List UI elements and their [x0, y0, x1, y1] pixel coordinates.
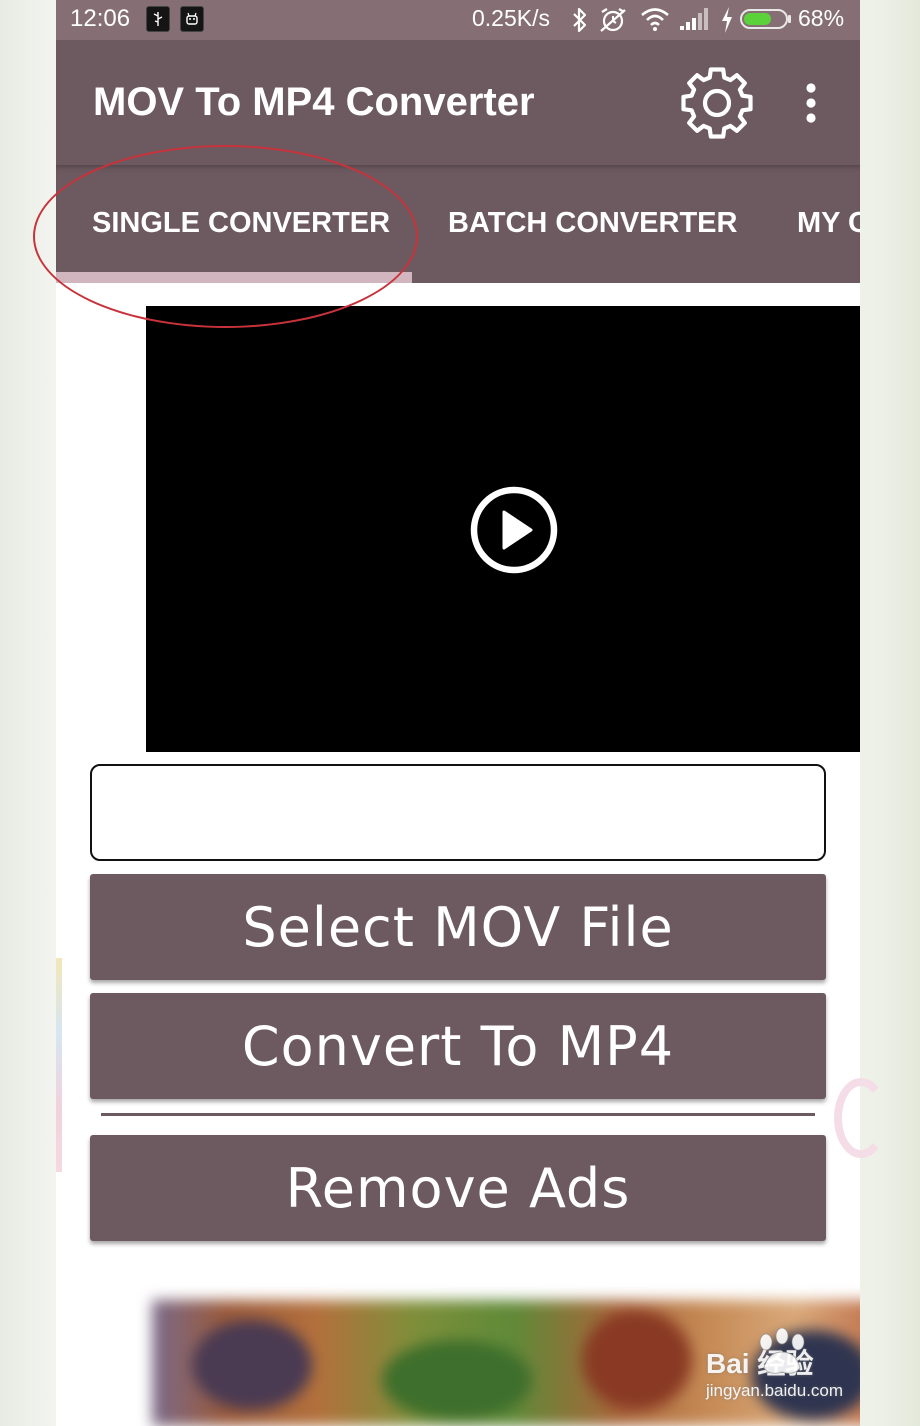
battery-cap: [788, 15, 791, 23]
android-icon: [180, 6, 204, 32]
divider: [101, 1113, 815, 1116]
charging-icon: [722, 7, 732, 33]
background-decoration: [56, 958, 62, 1172]
select-mov-file-button[interactable]: Select MOV File: [90, 874, 826, 980]
tab-bar: SINGLE CONVERTER BATCH CONVERTER MY C: [56, 165, 860, 283]
app-title: MOV To MP4 Converter: [93, 80, 535, 124]
convert-to-mp4-button[interactable]: Convert To MP4: [90, 993, 826, 1099]
tab-batch-converter[interactable]: BATCH CONVERTER: [448, 207, 737, 240]
remove-ads-button[interactable]: Remove Ads: [90, 1135, 826, 1241]
app-toolbar: MOV To MP4 Converter: [56, 40, 860, 165]
background-decoration: [834, 1078, 888, 1158]
status-bar: 12:06 0.25K/s 68%: [56, 0, 860, 40]
ad-shape: [582, 1310, 692, 1410]
alarm-off-icon: [600, 8, 626, 32]
paw-logo-icon: [759, 1328, 805, 1374]
tab-single-converter[interactable]: SINGLE CONVERTER: [92, 207, 390, 240]
battery-icon: [740, 9, 788, 29]
tab-indicator: [56, 272, 412, 283]
video-player[interactable]: [146, 306, 860, 752]
more-vert-icon[interactable]: [800, 82, 822, 124]
status-time: 12:06: [70, 5, 131, 32]
usb-debug-icon: [146, 6, 170, 32]
play-circle-icon[interactable]: [468, 484, 560, 576]
tab-my-conversions[interactable]: MY C: [797, 207, 860, 240]
network-speed: 0.25K/s: [472, 5, 550, 31]
battery-fill: [744, 13, 771, 25]
battery-percent: 68%: [798, 5, 845, 31]
filename-field[interactable]: [90, 764, 826, 861]
bluetooth-icon: [573, 7, 587, 33]
watermark-url: jingyan.baidu.com: [706, 1381, 844, 1400]
signal-icon: [680, 8, 708, 30]
ad-shape: [382, 1340, 532, 1420]
gear-icon[interactable]: [680, 66, 754, 140]
ad-shape: [192, 1320, 312, 1410]
wifi-icon: [641, 8, 669, 31]
